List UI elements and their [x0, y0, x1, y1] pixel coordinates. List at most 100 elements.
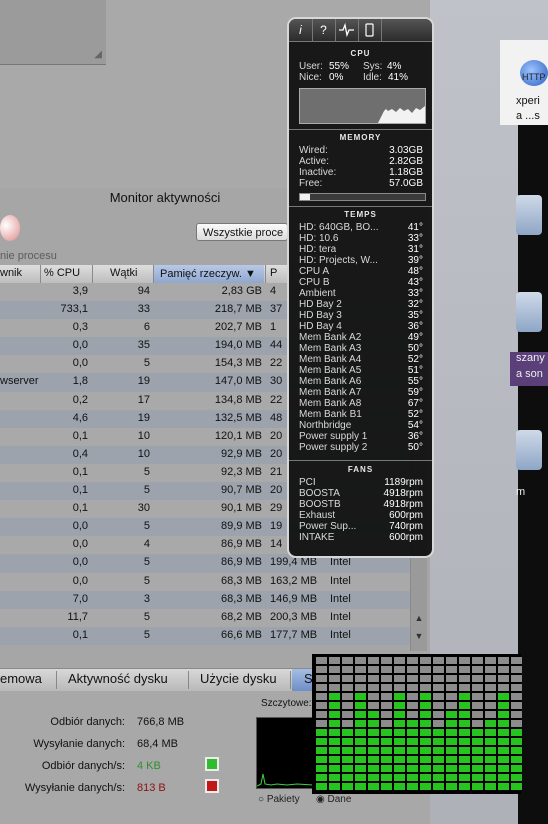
cpu-core-bar	[329, 657, 340, 792]
cpu-core-cell	[407, 702, 418, 709]
sent-rate-label: Wysyłanie danych/s:	[24, 782, 125, 794]
memory-usage-fill	[300, 194, 310, 200]
cpu-core-cell	[381, 738, 392, 745]
cpu-core-cell	[342, 675, 353, 682]
sent-label: Wysyłanie danych:	[33, 738, 125, 750]
cpu-idle-value: 41%	[388, 72, 409, 83]
memory-item-value: 1.18GB	[389, 167, 423, 178]
sent-rate-value: 813 B	[137, 782, 166, 794]
tab-memory[interactable]: emowa	[0, 671, 42, 686]
cpu-core-cell	[459, 756, 470, 763]
cpu-core-cell	[420, 729, 431, 736]
cpu-core-cell	[498, 783, 509, 790]
folder-icon[interactable]	[516, 292, 542, 332]
cpu-core-cell	[407, 657, 418, 664]
table-cell: 202,7 MB	[214, 321, 262, 334]
table-cell: 44	[270, 339, 283, 352]
sent-color-swatch[interactable]	[205, 779, 219, 793]
column-real-memory[interactable]: Pamięć rzeczyw. ▼	[154, 265, 264, 283]
temp-item-label: HD: 10.6	[299, 233, 339, 244]
cpu-core-cell	[446, 747, 457, 754]
temp-item-label: Mem Bank A2	[299, 332, 362, 343]
column-cpu[interactable]: % CPU	[44, 267, 80, 279]
tab-disk-usage[interactable]: Użycie dysku	[200, 671, 277, 686]
process-filter-select[interactable]: Wszystkie proce	[196, 223, 288, 241]
table-cell: 20	[270, 429, 283, 442]
temp-item-value: 33°	[407, 233, 423, 244]
table-cell: 0,1	[72, 502, 88, 515]
cpu-core-cell	[446, 783, 457, 790]
cpu-core-cell	[498, 693, 509, 700]
cpu-core-cell	[420, 756, 431, 763]
folder-icon[interactable]	[516, 430, 542, 470]
cpu-core-cell	[433, 711, 444, 718]
table-row[interactable]: 0,1 5 66,6 MB 177,7 MB Intel	[0, 626, 410, 645]
table-cell: 20	[270, 484, 283, 497]
cpu-core-cell	[381, 675, 392, 682]
table-row[interactable]: 11,7 5 68,2 MB 200,3 MB Intel	[0, 608, 410, 627]
column-threads[interactable]: Wątki	[110, 267, 138, 279]
table-cell: 22	[270, 357, 283, 370]
resize-grip-icon[interactable]: ◢	[94, 49, 102, 60]
temp-item-value: 50°	[407, 442, 423, 453]
table-cell: 177,7 MB	[270, 628, 318, 641]
cpu-core-cell	[394, 756, 405, 763]
cpu-core-cell	[355, 675, 366, 682]
fan-item-label: PCI	[299, 477, 316, 488]
radio-data[interactable]: ◉ Dane	[316, 794, 351, 805]
info-button[interactable]: i	[289, 19, 313, 41]
cpu-core-cell	[420, 675, 431, 682]
cpu-core-bar	[342, 657, 353, 792]
memory-item-label: Active:	[299, 156, 330, 167]
phone-icon[interactable]	[358, 19, 382, 41]
cpu-core-cell	[498, 729, 509, 736]
cpu-core-cell	[342, 693, 353, 700]
table-row[interactable]: 0,0 5 68,3 MB 163,2 MB Intel	[0, 572, 410, 591]
cpu-history-trace	[300, 106, 425, 123]
cpu-core-cell	[511, 738, 522, 745]
cpu-core-cell	[342, 756, 353, 763]
cpu-core-cell	[498, 702, 509, 709]
radio-packets[interactable]: ○ Pakiety	[258, 794, 300, 805]
cpu-core-cell	[446, 657, 457, 664]
cpu-user-label: User:	[299, 61, 323, 72]
cpu-core-cell	[420, 693, 431, 700]
cpu-core-bar	[433, 657, 444, 792]
cpu-core-bar	[355, 657, 366, 792]
cpu-core-cell	[433, 765, 444, 772]
cpu-core-cell	[342, 684, 353, 691]
cpu-core-cell	[433, 720, 444, 727]
fan-item-value: 600rpm	[389, 532, 423, 543]
cpu-core-cell	[316, 774, 327, 781]
scroll-down-arrow-icon[interactable]: ▼	[411, 631, 427, 641]
column-user[interactable]: wnik	[0, 267, 22, 279]
table-cell: 0,0	[72, 556, 88, 569]
inspect-process-icon[interactable]	[0, 215, 20, 241]
cpu-cores-meter	[312, 654, 522, 794]
table-cell: 19	[137, 411, 150, 424]
table-cell: Intel	[330, 610, 351, 623]
pulse-icon[interactable]	[335, 19, 359, 41]
received-color-swatch[interactable]	[205, 757, 219, 771]
cpu-core-cell	[485, 693, 496, 700]
cpu-core-cell	[498, 720, 509, 727]
cpu-core-cell	[329, 765, 340, 772]
table-row[interactable]: 7,0 3 68,3 MB 146,9 MB Intel	[0, 590, 410, 609]
table-cell: 0,0	[72, 520, 88, 533]
cpu-core-cell	[394, 729, 405, 736]
cpu-core-cell	[316, 711, 327, 718]
memory-usage-bar	[299, 193, 426, 201]
peak-label: Szczytowe:	[261, 698, 312, 709]
cpu-core-cell	[459, 666, 470, 673]
folder-icon[interactable]	[516, 195, 542, 235]
tab-disk-activity[interactable]: Aktywność dysku	[68, 671, 168, 686]
table-cell: 0,0	[72, 538, 88, 551]
cpu-core-cell	[355, 747, 366, 754]
cpu-core-cell	[433, 729, 444, 736]
scroll-up-arrow-icon[interactable]: ▲	[411, 613, 427, 623]
help-button[interactable]: ?	[312, 19, 336, 41]
column-private[interactable]: P	[270, 267, 277, 279]
cpu-core-cell	[459, 774, 470, 781]
cpu-core-cell	[316, 747, 327, 754]
cpu-core-cell	[407, 747, 418, 754]
